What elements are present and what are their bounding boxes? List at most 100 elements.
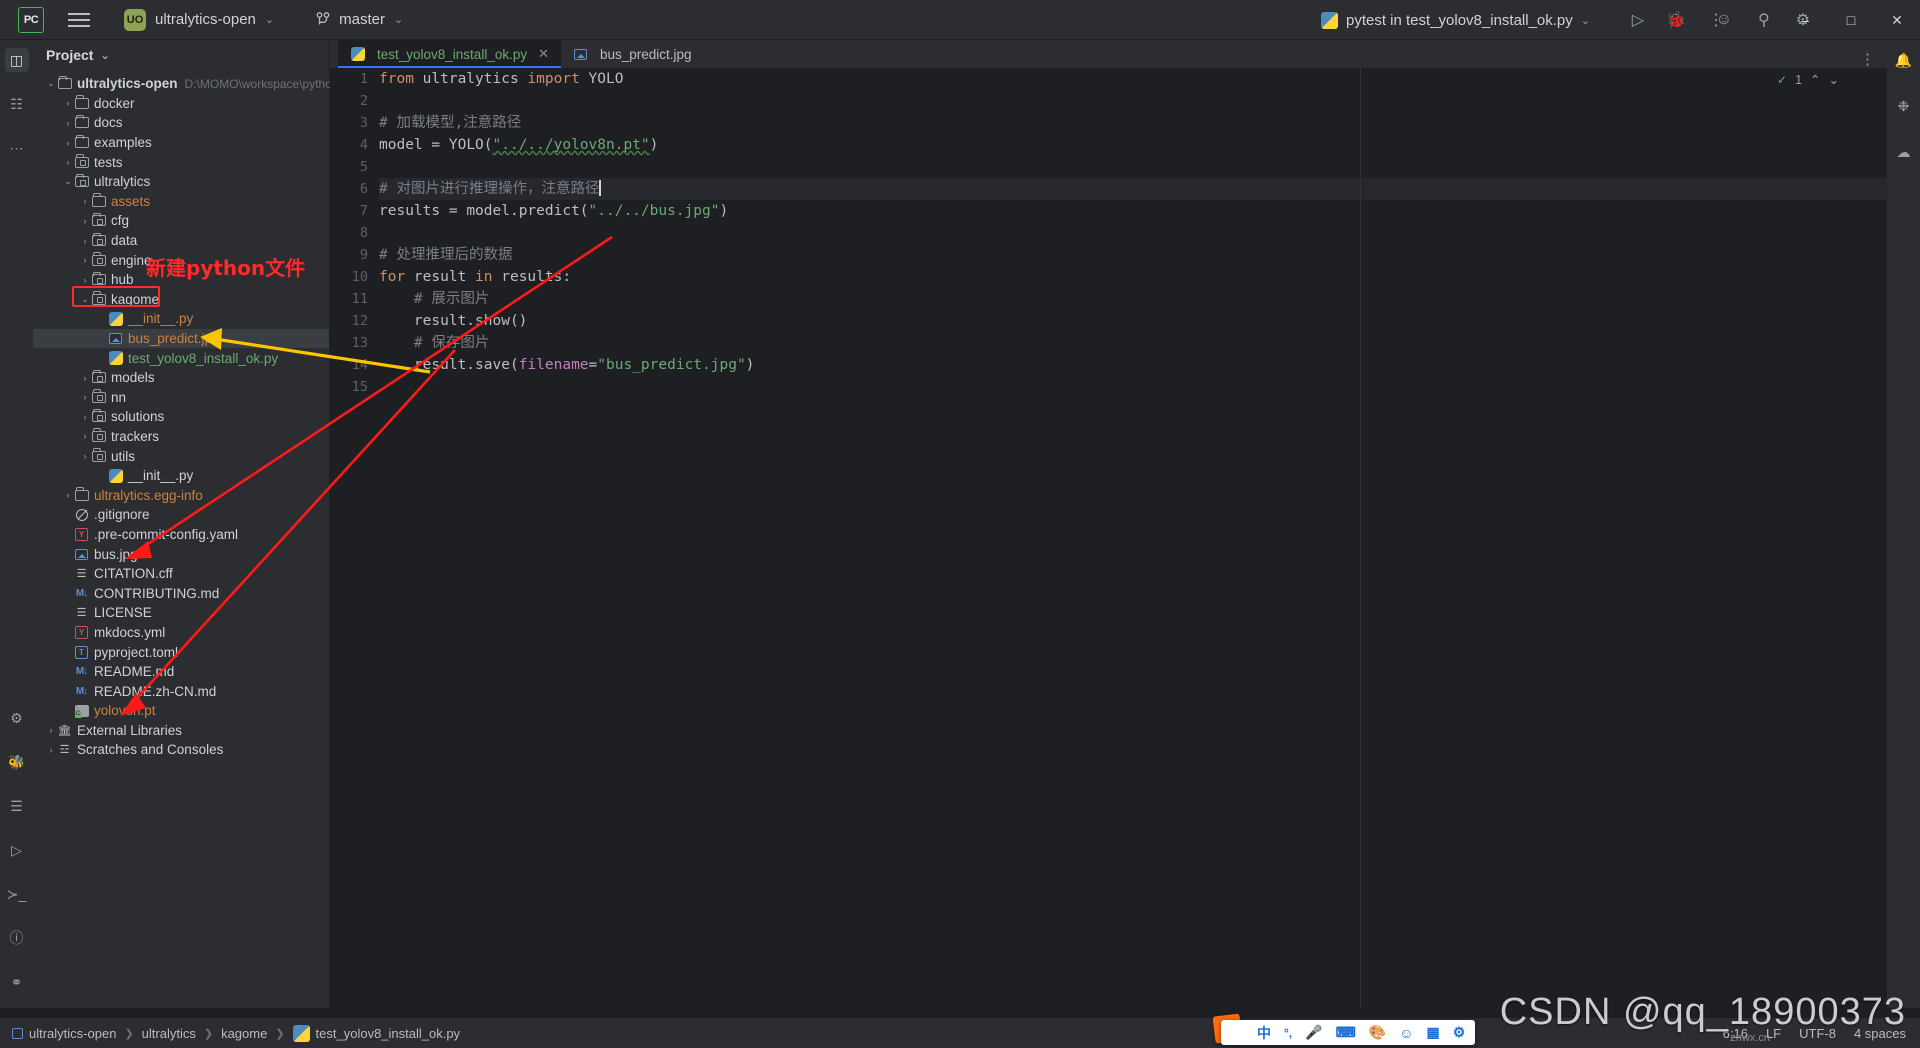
chevron-right-icon[interactable]: › — [45, 725, 57, 735]
code-line[interactable] — [379, 376, 1887, 398]
tree-row[interactable]: › trackers — [33, 427, 329, 447]
code-line[interactable] — [379, 222, 1887, 244]
tree-row[interactable]: ›__init__.py — [33, 466, 329, 486]
tree-row[interactable]: › models — [33, 368, 329, 388]
chevron-right-icon[interactable]: › — [79, 196, 91, 206]
breadcrumb-project[interactable]: ultralytics-open — [12, 1026, 116, 1041]
editor-options-icon[interactable]: ⋮ — [1860, 50, 1887, 68]
tree-row[interactable]: › solutions — [33, 407, 329, 427]
debug-icon[interactable]: 🐞 — [1666, 10, 1686, 30]
tree-row[interactable]: › ☲ Scratches and Consoles — [33, 740, 329, 760]
keyboard-icon[interactable]: ⌨ — [1336, 1024, 1356, 1041]
database-icon[interactable]: ☁ — [1892, 140, 1916, 164]
minimize-button[interactable]: – — [1782, 0, 1828, 40]
indent-setting[interactable]: 4 spaces — [1854, 1026, 1906, 1041]
tree-row[interactable]: ›M↓README.md — [33, 662, 329, 682]
tree-row[interactable]: ›Tpyproject.toml — [33, 642, 329, 662]
chevron-right-icon[interactable]: › — [79, 373, 91, 383]
tree-row[interactable]: ›M↓CONTRIBUTING.md — [33, 583, 329, 603]
line-separator[interactable]: LF — [1766, 1026, 1781, 1041]
chevron-right-icon[interactable]: › — [79, 236, 91, 246]
tree-row[interactable]: › tests — [33, 152, 329, 172]
tree-row[interactable]: ›bus_predict.jpg — [33, 328, 329, 349]
more-tool-windows-icon[interactable]: ⋯ — [5, 136, 29, 160]
chevron-right-icon[interactable]: › — [79, 431, 91, 441]
breadcrumb-package[interactable]: ultralytics — [142, 1026, 196, 1041]
tools-icon[interactable]: ⚙ — [1453, 1024, 1466, 1041]
tree-row[interactable]: ›☰CITATION.cff — [33, 564, 329, 584]
debug-tool-icon[interactable]: 🐝 — [5, 750, 29, 774]
chevron-right-icon[interactable]: › — [62, 490, 74, 500]
run-configuration-selector[interactable]: pytest in test_yolov8_install_ok.py ⌄ — [1320, 0, 1590, 40]
tree-row[interactable]: ⌄ ultralytics — [33, 172, 329, 192]
code-line[interactable] — [379, 156, 1887, 178]
tree-row[interactable]: › docker — [33, 94, 329, 114]
code-line[interactable] — [379, 90, 1887, 112]
tree-row[interactable]: ›.gitignore — [33, 505, 329, 525]
tree-row[interactable]: › nn — [33, 388, 329, 408]
code-line[interactable]: from ultralytics import YOLO — [379, 68, 1887, 90]
code-line[interactable]: for result in results: — [379, 266, 1887, 288]
notifications-icon[interactable]: 🔔 — [1892, 48, 1916, 72]
emoji-icon[interactable]: ☺ — [1399, 1025, 1413, 1041]
python-console-icon[interactable]: ⚙ — [5, 706, 29, 730]
maximize-button[interactable]: □ — [1828, 0, 1874, 40]
code-line[interactable]: result.save(filename="bus_predict.jpg") — [379, 354, 1887, 376]
code-line[interactable]: results = model.predict("../../bus.jpg") — [379, 200, 1887, 222]
code-line[interactable]: # 保存图片 — [379, 332, 1887, 354]
chevron-down-icon[interactable]: ⌄ — [1829, 72, 1839, 87]
branch-selector[interactable]: master ⌄ — [308, 8, 411, 31]
chevron-right-icon[interactable]: › — [62, 138, 74, 148]
mic-icon[interactable]: 🎤 — [1305, 1024, 1322, 1041]
main-menu-icon[interactable] — [68, 12, 90, 27]
tree-row[interactable]: ›bus.jpg — [33, 544, 329, 564]
editor-tab[interactable]: bus_predict.jpg — [561, 40, 704, 68]
ime-language-mode[interactable]: 中 — [1257, 1023, 1271, 1043]
tree-row[interactable]: ⌄ ultralytics-open D:\MOMO\workspace\pytho… — [33, 74, 368, 94]
palette-icon[interactable]: 🎨 — [1369, 1024, 1386, 1041]
tree-row[interactable]: › examples — [33, 133, 329, 153]
code-line[interactable]: # 对图片进行推理操作，注意路径 — [379, 178, 1887, 200]
chevron-right-icon[interactable]: › — [79, 412, 91, 422]
services-icon[interactable]: ☰ — [5, 794, 29, 818]
project-selector[interactable]: UO ultralytics-open ⌄ — [116, 6, 282, 34]
chevron-right-icon[interactable]: › — [79, 451, 91, 461]
chevron-up-icon[interactable]: ⌃ — [1810, 72, 1820, 87]
tree-row[interactable]: ›Ymkdocs.yml — [33, 623, 329, 643]
tree-row[interactable]: › cfg — [33, 211, 329, 231]
caret-position[interactable]: 6:16 — [1723, 1026, 1748, 1041]
breadcrumb-subpackage[interactable]: kagome — [221, 1026, 267, 1041]
run-tool-icon[interactable]: ▷ — [5, 838, 29, 862]
commit-tool-icon[interactable]: ☷ — [5, 92, 29, 116]
chevron-down-icon[interactable]: ⌄ — [45, 78, 57, 89]
chevron-right-icon[interactable]: › — [45, 745, 57, 755]
file-encoding[interactable]: UTF-8 — [1799, 1026, 1836, 1041]
tree-row[interactable]: › 🏛 External Libraries — [33, 721, 329, 741]
chevron-down-icon[interactable]: ⌄ — [62, 176, 74, 187]
tree-row[interactable]: ›☰LICENSE — [33, 603, 329, 623]
tree-row[interactable]: › data — [33, 231, 329, 251]
chevron-right-icon[interactable]: › — [79, 392, 91, 402]
run-icon[interactable]: ▷ — [1632, 10, 1644, 30]
apps-icon[interactable]: ▦ — [1427, 1024, 1440, 1041]
code-line[interactable]: result.show() — [379, 310, 1887, 332]
tree-row[interactable]: › assets — [33, 192, 329, 212]
problems-icon[interactable]: ⓘ — [5, 926, 29, 950]
search-icon[interactable]: ⚲ — [1758, 10, 1770, 30]
chevron-right-icon[interactable]: › — [79, 255, 91, 265]
ime-punctuation-mode[interactable]: °, — [1284, 1026, 1292, 1040]
chevron-right-icon[interactable]: › — [79, 216, 91, 226]
project-tool-icon[interactable]: ◫ — [4, 48, 29, 72]
terminal-icon[interactable]: ≻_ — [5, 882, 29, 906]
inspection-widget[interactable]: ✓ 1 ⌃ ⌄ — [1777, 72, 1839, 88]
editor-tab[interactable]: test_yolov8_install_ok.py ✕ — [338, 40, 561, 68]
chevron-right-icon[interactable]: › — [62, 98, 74, 108]
version-control-icon[interactable]: ⚭ — [5, 970, 29, 994]
code-line[interactable]: # 展示图片 — [379, 288, 1887, 310]
tree-row[interactable]: › docs — [33, 113, 329, 133]
tree-row[interactable]: ›Y.pre-commit-config.yaml — [33, 525, 329, 545]
tree-row[interactable]: ›M↓README.zh-CN.md — [33, 681, 329, 701]
ai-assistant-icon[interactable]: ❉ — [1892, 94, 1916, 118]
close-button[interactable]: ✕ — [1874, 0, 1920, 40]
tree-row[interactable]: › utils — [33, 446, 329, 466]
